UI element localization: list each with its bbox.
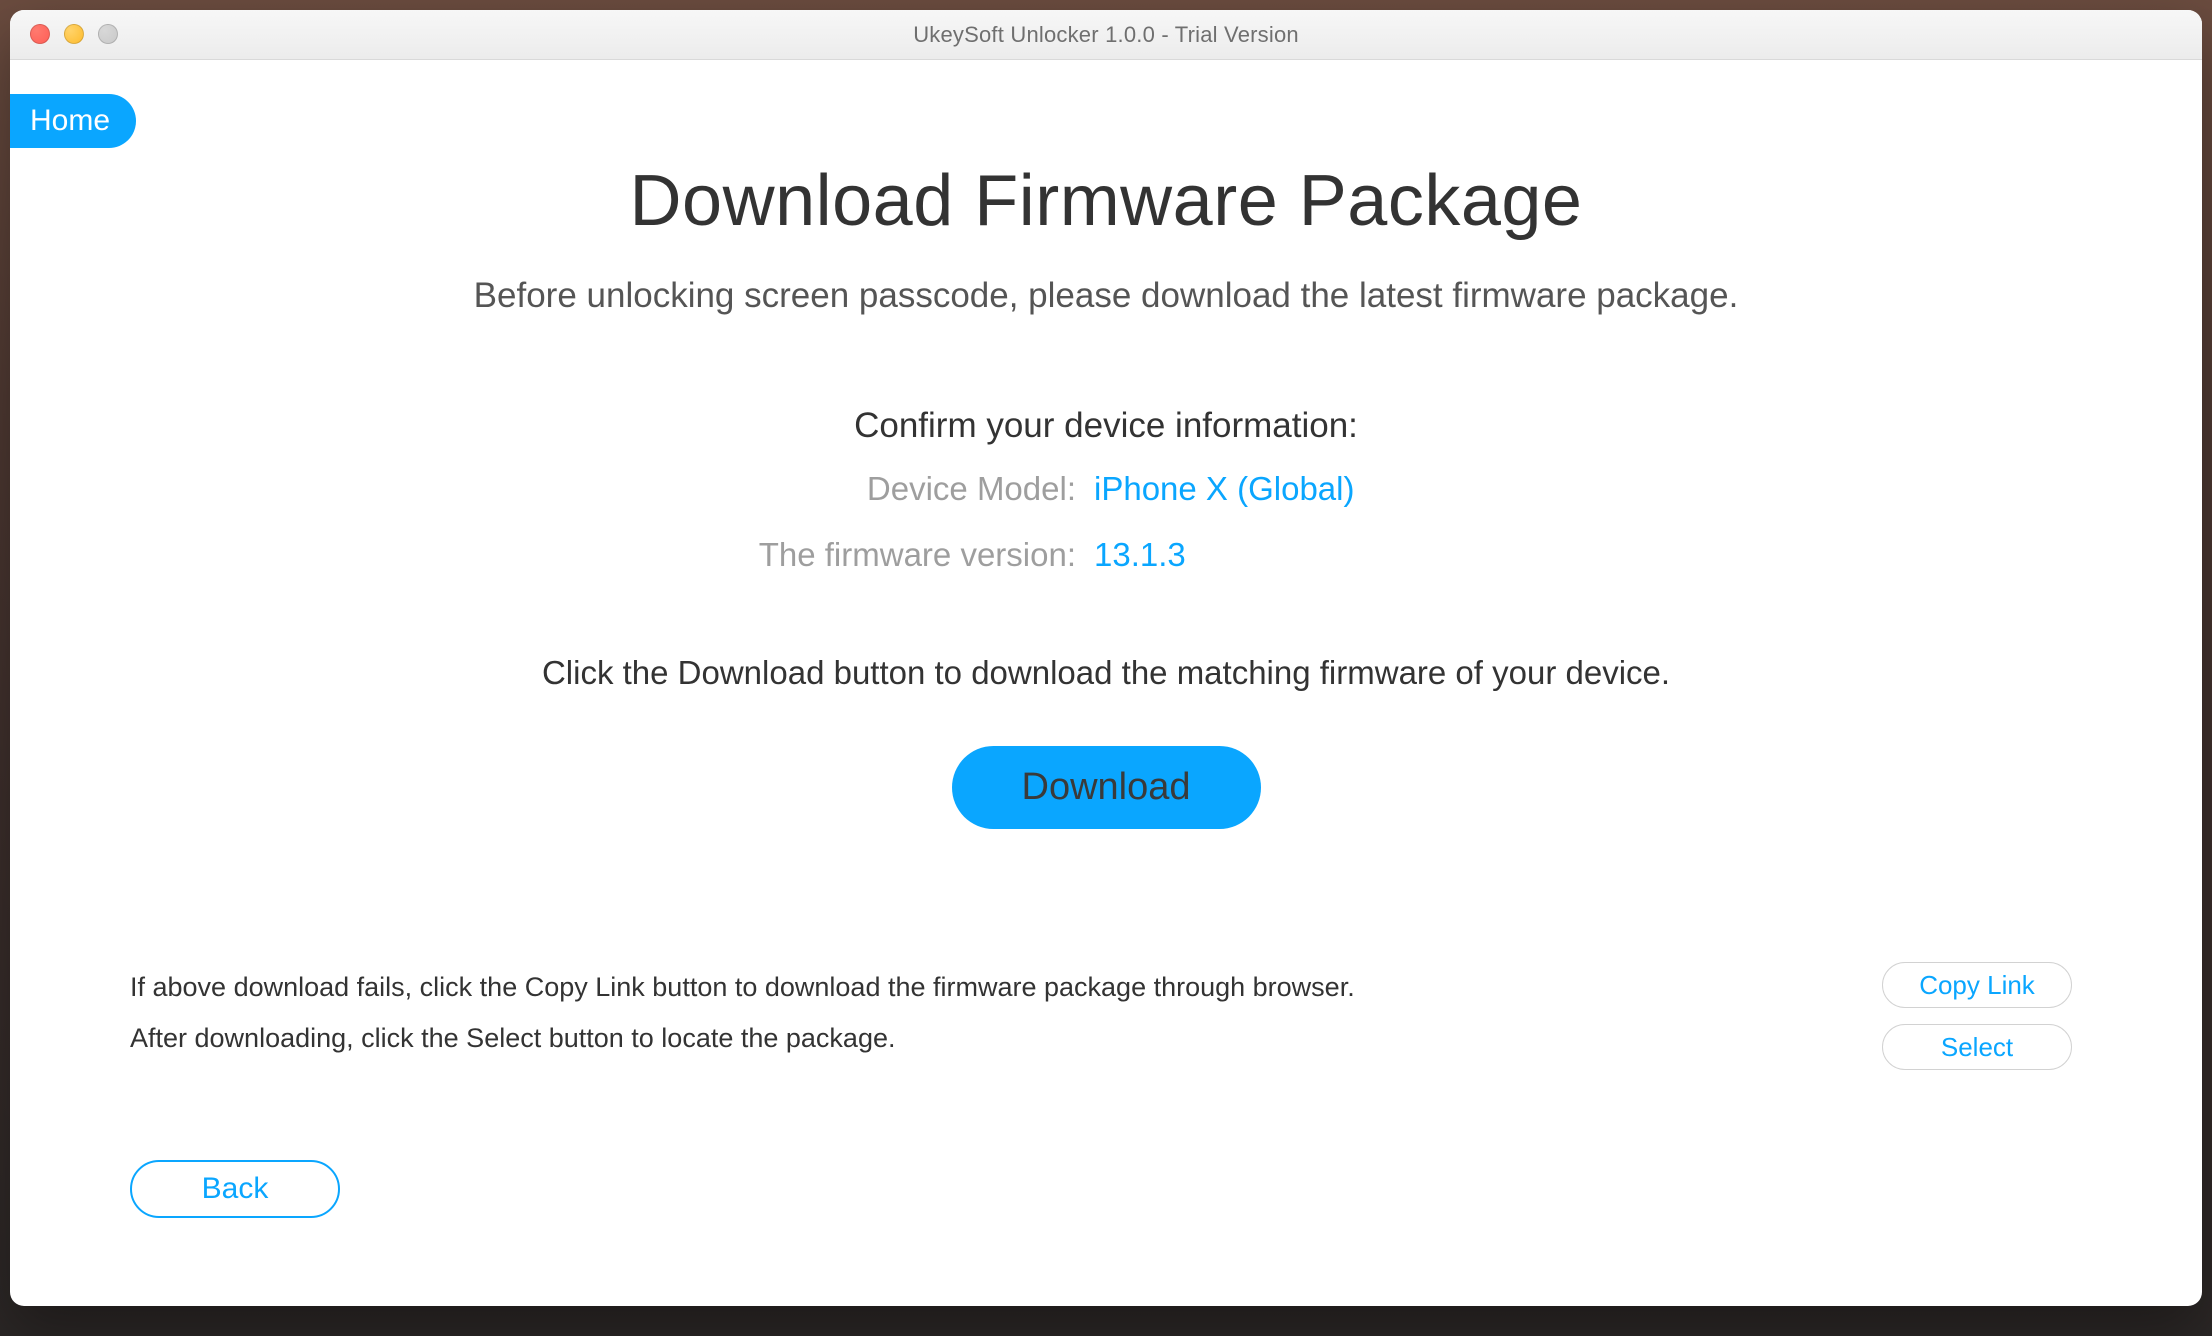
device-model-value[interactable]: iPhone X (Global) <box>1094 470 1556 508</box>
page-subtitle: Before unlocking screen passcode, please… <box>10 276 2202 316</box>
firmware-version-label: The firmware version: <box>656 536 1076 574</box>
alt-row: If above download fails, click the Copy … <box>130 962 2072 1070</box>
window-controls <box>30 24 118 44</box>
window-title: UkeySoft Unlocker 1.0.0 - Trial Version <box>913 22 1299 48</box>
page-title: Download Firmware Package <box>10 160 2202 242</box>
copy-link-button[interactable]: Copy Link <box>1882 962 2072 1008</box>
titlebar: UkeySoft Unlocker 1.0.0 - Trial Version <box>10 10 2202 60</box>
device-info: Device Model: iPhone X (Global) The firm… <box>656 470 1556 574</box>
alt-line-2: After downloading, click the Select butt… <box>130 1013 1842 1064</box>
app-window: UkeySoft Unlocker 1.0.0 - Trial Version … <box>10 10 2202 1306</box>
device-model-label: Device Model: <box>656 470 1076 508</box>
confirm-heading: Confirm your device information: <box>10 406 2202 446</box>
firmware-version-value[interactable]: 13.1.3 <box>1094 536 1556 574</box>
home-tab[interactable]: Home <box>10 94 136 148</box>
minimize-icon[interactable] <box>64 24 84 44</box>
content: Download Firmware Package Before unlocki… <box>10 60 2202 829</box>
alt-text: If above download fails, click the Copy … <box>130 962 1842 1065</box>
maximize-icon <box>98 24 118 44</box>
download-hint: Click the Download button to download th… <box>10 654 2202 692</box>
alt-line-1: If above download fails, click the Copy … <box>130 962 1842 1013</box>
close-icon[interactable] <box>30 24 50 44</box>
select-button[interactable]: Select <box>1882 1024 2072 1070</box>
download-button[interactable]: Download <box>952 746 1261 829</box>
back-button[interactable]: Back <box>130 1160 340 1218</box>
